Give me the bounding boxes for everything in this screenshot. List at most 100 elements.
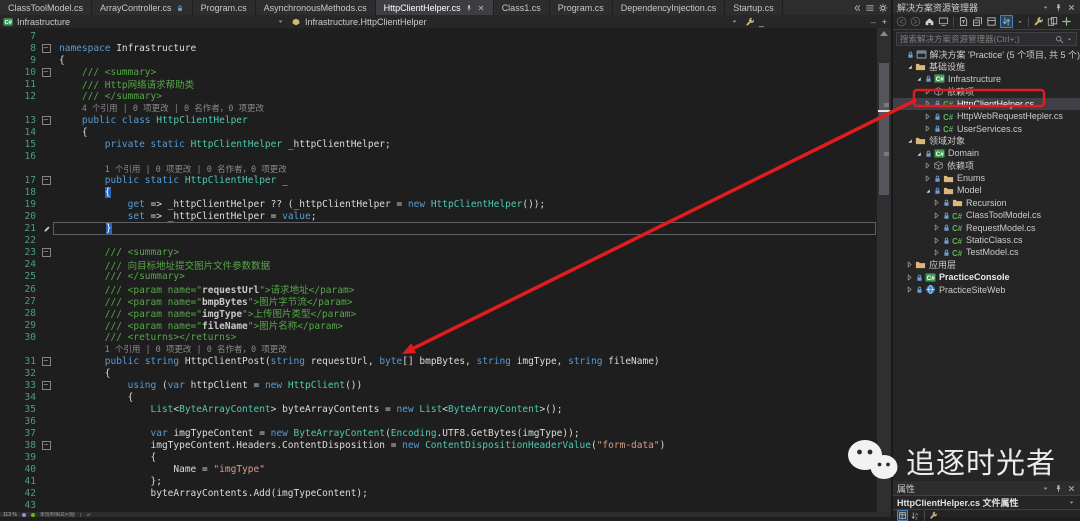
code-line[interactable]: 19 get => _httpClientHelper ?? (_httpCli…: [0, 199, 877, 211]
expander-icon[interactable]: [905, 285, 914, 294]
expander-icon[interactable]: [905, 136, 914, 145]
scrollbar-up-arrow[interactable]: [880, 31, 888, 36]
code-line[interactable]: 9{: [0, 54, 877, 66]
codelens-row[interactable]: 4 个引用 | 0 项更改 | 0 名作者，0 项更改: [0, 102, 877, 114]
breadcrumb-type-dropdown[interactable]: Infrastructure.HttpClientHelper: [288, 15, 742, 28]
expander-icon[interactable]: [923, 174, 932, 183]
tree-item[interactable]: Enums: [893, 172, 1080, 184]
sort-alphabetical-icon[interactable]: AZ: [911, 511, 920, 520]
tree-item[interactable]: C# UserServices.cs: [893, 122, 1080, 134]
expander-icon[interactable]: [905, 62, 914, 71]
tree-item[interactable]: Recursion: [893, 197, 1080, 209]
chevrons-left-icon[interactable]: [852, 3, 862, 13]
code-line[interactable]: 11 /// Http网络请求帮助类: [0, 78, 877, 92]
gear-icon[interactable]: [878, 3, 888, 13]
expander-icon[interactable]: [923, 112, 932, 121]
editor-tab[interactable]: ClassToolModel.cs: [0, 0, 93, 15]
expander-icon[interactable]: [932, 211, 941, 220]
properties-object-selector[interactable]: HttpClientHelper.cs 文件属性: [893, 495, 1080, 509]
code-line[interactable]: 42 byteArrayContents.Add(imgTypeContent)…: [0, 488, 877, 500]
chevron-down-icon[interactable]: [1041, 3, 1050, 12]
editor-tab[interactable]: Program.cs: [549, 0, 613, 15]
tree-item[interactable]: C# Domain: [893, 147, 1080, 159]
code-line[interactable]: 7: [0, 30, 877, 42]
collapse-all-icon[interactable]: [972, 16, 983, 27]
tree-item[interactable]: C# PracticeConsole: [893, 271, 1080, 283]
minimize-glyph[interactable]: –: [871, 17, 876, 27]
window-list-icon[interactable]: [865, 3, 875, 13]
editor-tab[interactable]: AsynchronousMethods.cs: [255, 0, 376, 15]
codelens-row[interactable]: 1 个引用 | 0 项更改 | 0 名作者，0 项更改: [0, 343, 877, 355]
expander-icon[interactable]: [923, 124, 932, 133]
pin-icon[interactable]: [1054, 3, 1063, 12]
expander-icon[interactable]: [932, 223, 941, 232]
code-line[interactable]: 18 {: [0, 187, 877, 199]
breadcrumb-member-dropdown[interactable]: _: [742, 15, 767, 28]
tree-item[interactable]: C# TestModel.cs: [893, 246, 1080, 258]
code-line[interactable]: 38– imgTypeContent.Headers.ContentDispos…: [0, 440, 877, 452]
tree-item[interactable]: PracticeSiteWeb: [893, 283, 1080, 295]
code-line[interactable]: 15 private static HttpClientHelper _http…: [0, 138, 877, 150]
fold-toggle[interactable]: –: [41, 43, 51, 53]
solution-explorer-titlebar[interactable]: 解决方案资源管理器: [893, 0, 1080, 14]
code-line[interactable]: 24 /// 向目标地址提交图片文件参数数据: [0, 259, 877, 272]
code-line[interactable]: 12 /// </summary>: [0, 90, 877, 102]
editor-tab[interactable]: Program.cs: [192, 0, 256, 15]
code-line[interactable]: 33– using (var httpClient = new HttpClie…: [0, 379, 877, 391]
split-editor-button[interactable]: +: [882, 17, 887, 27]
expander-icon[interactable]: [923, 161, 932, 170]
switch-views-icon[interactable]: [938, 16, 949, 27]
tree-item[interactable]: C# HttpWebRequestHepler.cs: [893, 110, 1080, 122]
nav-forward-icon[interactable]: [910, 16, 921, 27]
codelens-text[interactable]: 1 个引用 | 0 项更改 | 0 名作者，0 项更改: [53, 163, 877, 175]
editor-tab[interactable]: Class1.cs: [493, 0, 550, 15]
code-line[interactable]: 43: [0, 500, 877, 512]
code-line[interactable]: 13– public class HttpClientHelper: [0, 114, 877, 126]
fold-toggle[interactable]: –: [41, 176, 51, 186]
home-icon[interactable]: [924, 16, 935, 27]
expander-icon[interactable]: [932, 198, 941, 207]
code-line[interactable]: 41 };: [0, 476, 877, 488]
code-line[interactable]: 14 {: [0, 126, 877, 138]
tree-item[interactable]: 解决方案 'Practice' (5 个项目, 共 5 个): [893, 48, 1080, 60]
code-line[interactable]: 21 }: [0, 222, 877, 236]
code-line[interactable]: 37 var imgTypeContent = new ByteArrayCon…: [0, 428, 877, 440]
fold-toggle[interactable]: –: [41, 441, 51, 451]
wrench-icon[interactable]: [1033, 16, 1044, 27]
chevron-down-icon[interactable]: [276, 17, 285, 26]
code-line[interactable]: 8– namespace Infrastructure: [0, 42, 877, 54]
code-line[interactable]: 36: [0, 416, 877, 428]
code-editor[interactable]: 7 8– namespace Infrastructure 9{10– /// <su…: [0, 28, 877, 514]
search-icon[interactable]: [1055, 35, 1064, 44]
search-input[interactable]: 搜索解决方案资源管理器(Ctrl+;): [896, 32, 1077, 46]
nav-back-icon[interactable]: [896, 16, 907, 27]
expander-icon[interactable]: [923, 87, 932, 96]
tree-item[interactable]: 基础设施: [893, 60, 1080, 72]
scrollbar-thumb[interactable]: [879, 63, 889, 195]
health-dot-icon[interactable]: [30, 512, 35, 517]
code-line[interactable]: 40 Name = "imgType": [0, 464, 877, 476]
filter-doc-icon[interactable]: [958, 16, 969, 27]
tree-item[interactable]: C# RequestModel.cs: [893, 221, 1080, 233]
fold-toggle[interactable]: –: [41, 356, 51, 366]
zoom-level[interactable]: 113 %: [3, 512, 17, 517]
expander-icon[interactable]: [923, 99, 932, 108]
fold-toggle[interactable]: –: [41, 115, 51, 125]
tree-item[interactable]: Model: [893, 184, 1080, 196]
fold-toggle[interactable]: –: [41, 248, 51, 258]
editor-tab[interactable]: HttpClientHelper.cs: [375, 0, 494, 15]
expander-icon[interactable]: [905, 260, 914, 269]
chevron-down-icon[interactable]: [1067, 498, 1076, 507]
expander-icon[interactable]: [932, 248, 941, 257]
expander-icon[interactable]: [932, 236, 941, 245]
tree-item[interactable]: C# Infrastructure: [893, 73, 1080, 85]
tree-item[interactable]: 依赖项: [893, 160, 1080, 172]
expander-icon[interactable]: [923, 186, 932, 195]
close-icon[interactable]: [477, 4, 485, 12]
breadcrumb-project-dropdown[interactable]: C# Infrastructure: [0, 15, 288, 28]
pin-icon[interactable]: [465, 4, 473, 12]
preview-icon[interactable]: [986, 16, 997, 27]
chevron-down-icon[interactable]: [1066, 36, 1073, 43]
close-icon[interactable]: [1067, 484, 1076, 493]
expander-icon[interactable]: [905, 273, 914, 282]
